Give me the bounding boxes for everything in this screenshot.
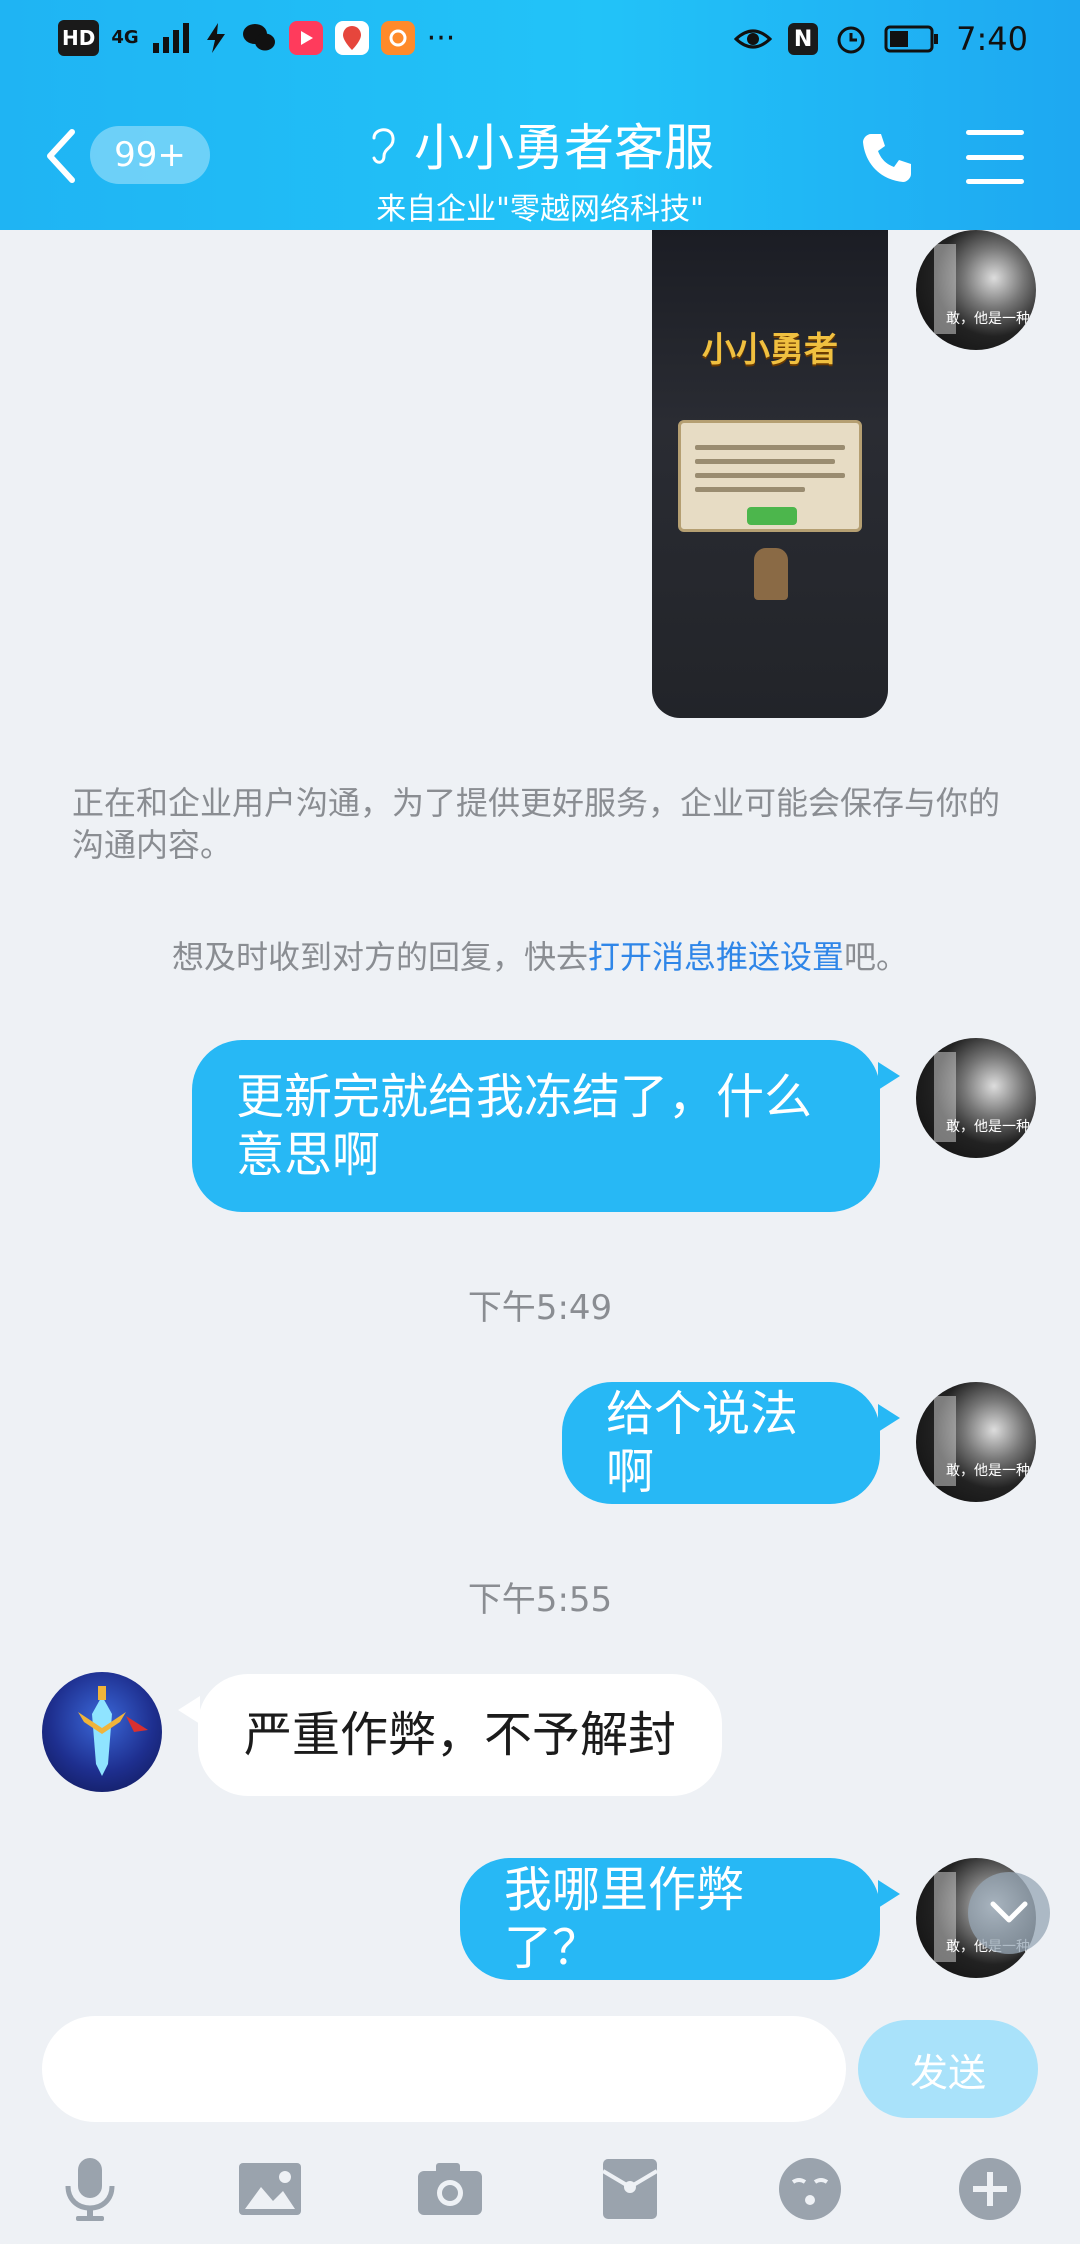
message-input[interactable] xyxy=(42,2016,846,2122)
game-logo-text: 小小勇者 xyxy=(702,330,838,370)
unread-count-badge[interactable]: 99+ xyxy=(90,126,210,184)
voice-button[interactable] xyxy=(55,2154,125,2224)
eye-icon xyxy=(734,29,773,49)
my-avatar[interactable]: 敢，他是一种 xyxy=(916,230,1036,350)
clock: 7:40 xyxy=(956,20,1028,58)
chat-header: 99+ 小小勇者客服 来自企业"零越网络科技" xyxy=(0,80,1080,230)
app-header: HD 4G ··· N 7:40 99+ 小小勇者客服 来自企业"零越网络科技" xyxy=(0,0,1080,230)
sword-icon xyxy=(78,1686,148,1776)
timestamp: 下午5:55 xyxy=(467,1580,613,1620)
bubble-tail xyxy=(178,1696,200,1724)
push-notice-suffix: 吧。 xyxy=(844,938,909,976)
more-notifications-label: ··· xyxy=(426,20,456,56)
status-bar: HD 4G ··· N 7:40 xyxy=(0,0,1080,80)
game-character xyxy=(754,548,788,600)
camera-button[interactable] xyxy=(415,2154,485,2224)
phone-icon xyxy=(863,134,911,182)
bubble-tail xyxy=(878,1062,900,1090)
message-bubble-outgoing[interactable]: 给个说法啊 xyxy=(562,1382,880,1504)
camera-icon xyxy=(418,2163,482,2215)
microphone-icon xyxy=(65,2158,115,2221)
push-notice: 想及时收到对方的回复，快去打开消息推送设置吧。 xyxy=(0,936,1080,978)
chevron-down-icon xyxy=(990,1901,1028,1923)
signal-icon xyxy=(152,23,189,53)
message-bubble-outgoing[interactable]: 我哪里作弊了？ xyxy=(460,1858,880,1980)
push-notice-prefix: 想及时收到对方的回复，快去 xyxy=(171,938,588,976)
avatar-caption: 敢，他是一种 xyxy=(946,311,1030,327)
my-avatar[interactable]: 敢，他是一种 xyxy=(916,1038,1036,1158)
menu-button[interactable] xyxy=(966,130,1024,184)
alarm-icon xyxy=(837,26,865,54)
wechat-icon xyxy=(242,24,275,51)
call-button[interactable] xyxy=(855,126,919,190)
uc-browser-icon xyxy=(380,21,415,55)
chat-title: 小小勇者客服 xyxy=(414,119,714,177)
location-app-icon xyxy=(334,21,369,55)
emoji-icon xyxy=(779,2158,841,2220)
bubble-tail xyxy=(878,1880,900,1908)
chevron-left-icon xyxy=(47,129,75,183)
battery-icon xyxy=(884,25,939,53)
video-app-icon xyxy=(288,21,323,55)
push-settings-link[interactable]: 打开消息推送设置 xyxy=(588,938,844,976)
timestamp: 下午5:49 xyxy=(467,1288,613,1328)
ear-icon xyxy=(372,128,395,164)
message-bubble-outgoing[interactable]: 更新完就给我冻结了，什么意思啊 xyxy=(192,1040,880,1212)
network-4g-label: 4G xyxy=(111,27,139,48)
avatar-caption: 敢，他是一种 xyxy=(946,1119,1030,1135)
menu-line xyxy=(966,179,1024,184)
menu-line xyxy=(966,130,1024,135)
input-toolbar xyxy=(0,2140,1080,2244)
more-functions-button[interactable] xyxy=(955,2154,1025,2224)
bolt-icon xyxy=(206,23,225,53)
emoji-button[interactable] xyxy=(775,2154,845,2224)
bubble-tail xyxy=(878,1404,900,1432)
my-avatar[interactable]: 敢，他是一种 xyxy=(916,1382,1036,1502)
privacy-notice: 正在和企业用户沟通，为了提供更好服务，企业可能会保存与你的沟通内容。 xyxy=(72,784,1001,864)
message-bubble-incoming[interactable]: 严重作弊，不予解封 xyxy=(198,1674,722,1796)
chat-title-block[interactable]: 小小勇者客服 来自企业"零越网络科技" xyxy=(320,108,760,228)
plus-icon xyxy=(959,2158,1021,2220)
red-packet-icon xyxy=(601,2159,659,2219)
chat-subtitle: 来自企业"零越网络科技" xyxy=(376,192,704,227)
game-dialog xyxy=(678,420,862,532)
avatar-caption: 敢，他是一种 xyxy=(946,1463,1030,1479)
support-avatar[interactable] xyxy=(42,1672,162,1792)
hd-badge: HD xyxy=(58,20,100,56)
scroll-to-bottom-button[interactable] xyxy=(968,1872,1050,1954)
back-button[interactable] xyxy=(44,128,84,184)
send-button[interactable]: 发送 xyxy=(858,2020,1038,2118)
menu-line xyxy=(966,154,1024,160)
image-message[interactable]: 小小勇者 xyxy=(652,230,888,718)
red-packet-button[interactable] xyxy=(595,2154,665,2224)
image-button[interactable] xyxy=(235,2154,305,2224)
nfc-icon: N xyxy=(788,23,819,55)
image-icon xyxy=(239,2163,301,2215)
